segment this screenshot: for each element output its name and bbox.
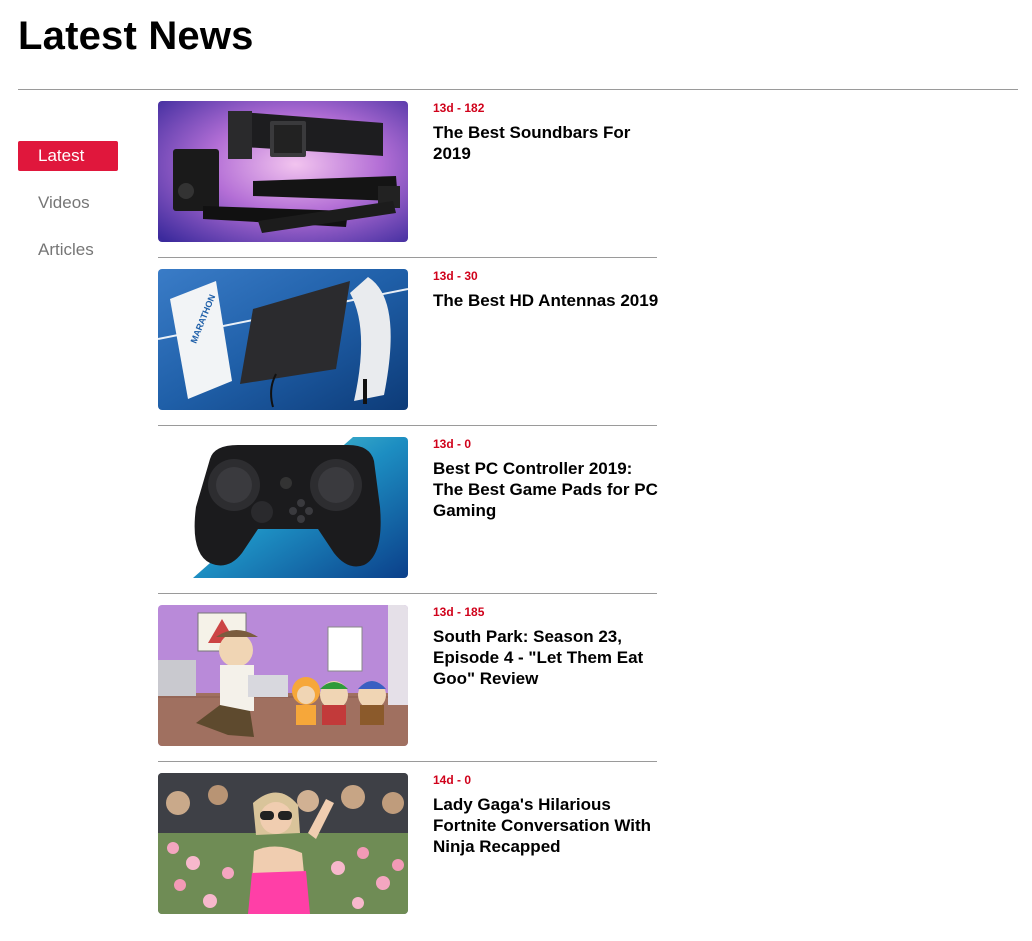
header-divider [18, 89, 1018, 90]
sidebar-item-articles[interactable]: Articles [18, 235, 118, 265]
item-divider [158, 425, 657, 426]
news-item: 13d - 182 The Best Soundbars For 2019 [158, 101, 658, 269]
news-item: MARATHON 13d - 30 The Best HD Antennas 2… [158, 269, 658, 437]
news-item: 13d - 185 South Park: Season 23, Episode… [158, 605, 658, 773]
page-title: Latest News [18, 14, 254, 58]
sidebar-item-latest[interactable]: Latest [18, 141, 118, 171]
news-meta: 13d - 0 [433, 437, 472, 451]
south-park-thumbnail[interactable] [158, 605, 408, 746]
news-item: 13d - 0 Best PC Controller 2019: The Bes… [158, 437, 658, 605]
news-item: 14d - 0 Lady Gaga's Hilarious Fortnite C… [158, 773, 658, 941]
news-headline[interactable]: Lady Gaga's Hilarious Fortnite Conversat… [433, 794, 661, 857]
item-divider [158, 257, 657, 258]
sidebar-item-videos[interactable]: Videos [18, 188, 118, 218]
soundbars-thumbnail[interactable] [158, 101, 408, 242]
news-headline[interactable]: The Best Soundbars For 2019 [433, 122, 661, 164]
news-headline[interactable]: The Best HD Antennas 2019 [433, 290, 661, 311]
news-meta: 14d - 0 [433, 773, 472, 787]
sidebar-nav: Latest Videos Articles [18, 141, 118, 282]
item-divider [158, 593, 657, 594]
hd-antennas-thumbnail[interactable]: MARATHON [158, 269, 408, 410]
news-feed: 13d - 182 The Best Soundbars For 2019 MA… [158, 101, 658, 941]
item-divider [158, 761, 657, 762]
game-controller-thumbnail[interactable] [158, 437, 408, 578]
news-meta: 13d - 30 [433, 269, 478, 283]
news-meta: 13d - 185 [433, 605, 485, 619]
news-headline[interactable]: Best PC Controller 2019: The Best Game P… [433, 458, 661, 521]
news-meta: 13d - 182 [433, 101, 485, 115]
news-headline[interactable]: South Park: Season 23, Episode 4 - "Let … [433, 626, 661, 689]
lady-gaga-thumbnail[interactable] [158, 773, 408, 914]
